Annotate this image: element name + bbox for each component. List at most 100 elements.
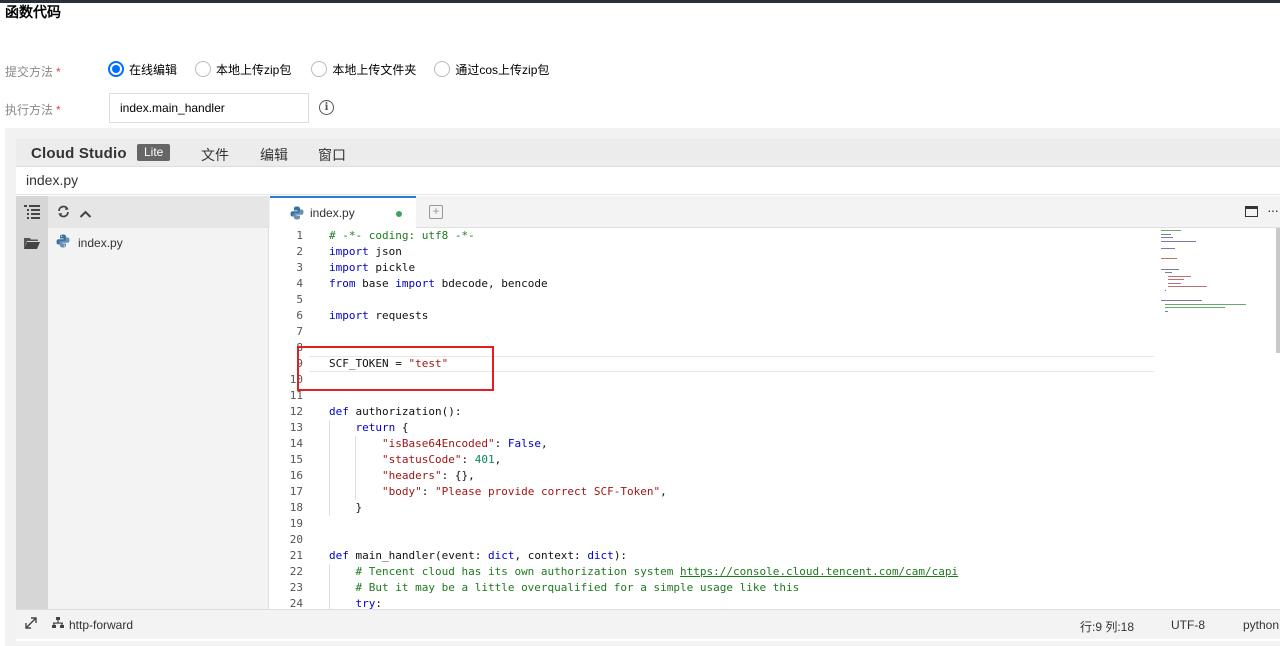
add-tab-icon[interactable]: + xyxy=(429,205,443,219)
tree-item-label: index.py xyxy=(78,235,123,250)
line-number: 15 xyxy=(289,453,303,466)
code-line: "body": "Please provide correct SCF-Toke… xyxy=(381,485,667,498)
cursor-position[interactable]: 行:9 列:18 xyxy=(1080,618,1134,635)
code-line: } xyxy=(329,501,363,514)
refresh-icon[interactable] xyxy=(57,205,70,223)
line-number: 7 xyxy=(296,325,303,338)
minimap-line xyxy=(1161,247,1175,249)
line-number: 23 xyxy=(289,581,303,594)
minimap-line xyxy=(1164,289,1166,291)
radio-local-folder[interactable]: 本地上传文件夹 xyxy=(311,61,416,78)
code-line: # Tencent cloud has its own authorizatio… xyxy=(355,565,959,578)
line-number: 16 xyxy=(289,469,303,482)
code-line: try: xyxy=(355,597,383,609)
section-title: 函数代码 xyxy=(5,4,61,20)
minimap-line xyxy=(1168,282,1181,284)
menu-edit[interactable]: 编辑 xyxy=(260,145,288,165)
line-number: 1 xyxy=(296,229,303,242)
line-number: 18 xyxy=(289,501,303,514)
collapse-icon[interactable] xyxy=(79,206,92,224)
minimap-line xyxy=(1168,279,1185,280)
minimap-line xyxy=(1161,268,1179,270)
top-border xyxy=(0,0,1280,3)
expand-icon[interactable] xyxy=(25,617,37,632)
line-number: 24 xyxy=(289,597,303,609)
code-line: "isBase64Encoded": False, xyxy=(381,437,548,450)
minimap-line xyxy=(1161,240,1197,242)
info-icon[interactable]: i xyxy=(319,100,334,115)
radio-cos-zip[interactable]: 通过cos上传zip包 xyxy=(434,61,549,78)
file-encoding[interactable]: UTF-8 xyxy=(1171,618,1205,632)
code-line: def authorization(): xyxy=(329,405,462,418)
line-number: 21 xyxy=(289,549,303,562)
handler-input[interactable]: index.main_handler xyxy=(109,93,309,123)
ide-lite-badge: Lite xyxy=(137,144,171,161)
minimap-line xyxy=(1161,233,1171,235)
activity-bar xyxy=(16,196,48,609)
line-number-gutter: 1 2 3 4 5 6 7 8 9 10 11 12 13 14 15 16 17 18 19 20 21 22 23 24 xyxy=(269,228,309,609)
status-forward-label[interactable]: http-forward xyxy=(69,618,133,632)
line-number: 14 xyxy=(289,437,303,450)
line-number: 5 xyxy=(296,293,303,306)
maximize-icon[interactable] xyxy=(1245,206,1258,217)
network-icon xyxy=(52,617,64,632)
code-line: from base import bdecode, bencode xyxy=(329,277,548,290)
tree-item-index-py[interactable]: index.py xyxy=(56,234,123,251)
highlight-box-token xyxy=(297,346,494,391)
minimap-line xyxy=(1168,275,1191,277)
python-file-icon xyxy=(56,234,70,251)
modified-dot-icon xyxy=(396,211,402,217)
menu-window[interactable]: 窗口 xyxy=(318,145,346,165)
more-options-icon[interactable]: ··· xyxy=(1267,202,1279,218)
cloud-studio-ide: Cloud Studio Lite 文件 编辑 窗口 index.py inde… xyxy=(16,139,1280,641)
handler-label: 执行方法 * xyxy=(5,103,61,117)
code-line: import requests xyxy=(329,309,429,322)
editor-tabbar: index.py + ··· xyxy=(269,196,1280,228)
code-line: # But it may be a little overqualified f… xyxy=(355,581,800,594)
code-line: import pickle xyxy=(329,261,416,274)
line-number: 4 xyxy=(296,277,303,290)
code-line: import json xyxy=(329,245,402,258)
submit-method-label: 提交方法 * xyxy=(5,65,61,79)
minimap-line xyxy=(1168,286,1207,287)
minimap-line xyxy=(1161,258,1178,259)
file-explorer: index.py xyxy=(48,196,269,609)
minimap-line xyxy=(1164,310,1169,312)
radio-online-edit[interactable]: 在线编辑 xyxy=(108,61,177,78)
folder-icon[interactable] xyxy=(24,236,40,250)
code-line: "headers": {}, xyxy=(381,469,475,482)
line-number: 2 xyxy=(296,245,303,258)
menu-file[interactable]: 文件 xyxy=(201,145,229,165)
code-editor[interactable]: 1 2 3 4 5 6 7 8 9 10 11 12 13 14 15 16 17 18 19 20 21 22 23 24 … xyxy=(269,228,1280,609)
line-number: 17 xyxy=(289,485,303,498)
radio-local-zip[interactable]: 本地上传zip包 xyxy=(195,61,291,78)
minimap-line xyxy=(1164,303,1247,305)
minimap-line xyxy=(1164,307,1225,308)
code-line: def main_handler(event: dict, context: d… xyxy=(329,549,628,562)
explorer-toolbar xyxy=(48,196,269,228)
line-number: 12 xyxy=(289,405,303,418)
tab-index-py[interactable]: index.py xyxy=(270,196,416,228)
explorer-icon[interactable] xyxy=(24,205,40,219)
minimap-line xyxy=(1161,300,1202,301)
tab-label: index.py xyxy=(310,206,355,220)
python-tab-icon xyxy=(290,206,304,220)
language-mode[interactable]: python xyxy=(1243,618,1279,632)
current-file-name: index.py xyxy=(26,172,79,188)
line-number: 22 xyxy=(289,565,303,578)
line-number: 19 xyxy=(289,517,303,530)
status-bar: http-forward 行:9 列:18 UTF-8 python xyxy=(16,609,1280,639)
line-number: 20 xyxy=(289,533,303,546)
minimap[interactable] xyxy=(1161,228,1273,328)
line-number: 3 xyxy=(296,261,303,274)
line-number: 6 xyxy=(296,309,303,322)
ide-menubar: Cloud Studio Lite 文件 编辑 窗口 xyxy=(16,139,1280,167)
code-line: return { xyxy=(355,421,409,434)
editor-scrollbar[interactable] xyxy=(1276,228,1280,353)
line-number: 13 xyxy=(289,421,303,434)
minimap-line xyxy=(1161,237,1173,238)
minimap-line xyxy=(1161,230,1181,231)
minimap-line xyxy=(1164,272,1172,273)
submit-method-radio-group: 在线编辑 本地上传zip包 本地上传文件夹 通过cos上传zip包 xyxy=(108,54,561,84)
code-line: # -*- coding: utf8 -*- xyxy=(329,229,475,242)
